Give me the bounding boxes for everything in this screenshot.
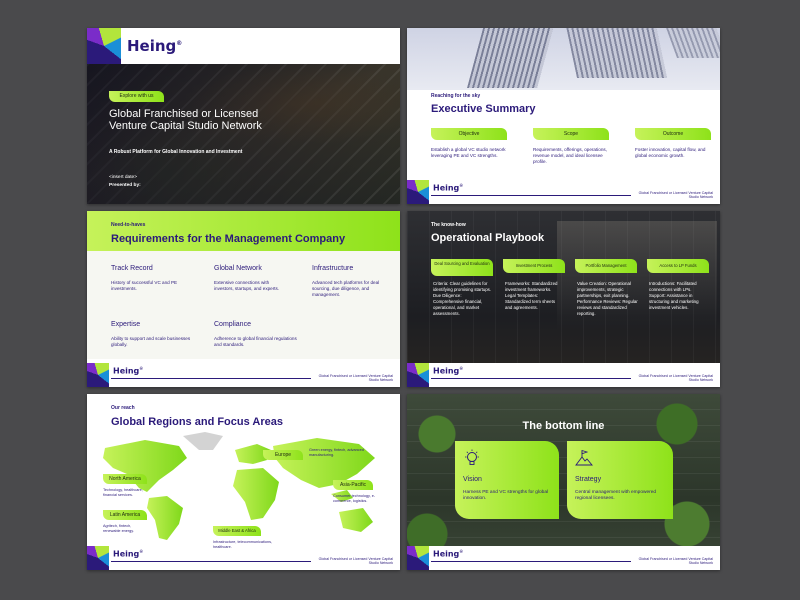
- brand-wordmark: Heing®: [113, 549, 144, 559]
- slide-executive-summary[interactable]: Reaching for the sky Executive Summary O…: [407, 28, 720, 204]
- requirement-heading: Track Record: [111, 265, 153, 272]
- slide-title[interactable]: Heing® Explore with us Global Franchised…: [87, 28, 400, 204]
- requirement-text: History of successful VC and PE investme…: [111, 280, 178, 292]
- slide-bottom-line[interactable]: The bottom line Vision Harness PE and VC…: [407, 394, 720, 570]
- brand-wordmark: Heing®: [113, 366, 144, 376]
- brand-logo-icon: [87, 363, 109, 387]
- slide-heading: The bottom line: [522, 420, 605, 432]
- slide-header-band: [87, 211, 400, 251]
- slide-title-text: Global Franchised or Licensed Venture Ca…: [109, 108, 262, 132]
- brand-logo-icon: [407, 180, 429, 204]
- playbook-label: Portfolio Management: [575, 259, 637, 273]
- footer-divider: [431, 378, 631, 379]
- slide-heading: Requirements for the Management Company: [111, 233, 346, 245]
- playbook-text: Frameworks: Standardized investment fram…: [505, 281, 558, 310]
- date-placeholder: <insert date>: [109, 175, 138, 180]
- playbook-text: Introductions: Facilitated connections w…: [649, 281, 699, 310]
- footer-divider: [431, 195, 631, 196]
- brand-wordmark: Heing®: [433, 366, 464, 376]
- slide-operational-playbook[interactable]: The know-how Operational Playbook Deal S…: [407, 211, 720, 387]
- slide-heading: Global Regions and Focus Areas: [111, 416, 283, 428]
- region-label: Middle East & Africa: [213, 526, 261, 536]
- objective-text: Establish a global VC studio network lev…: [431, 147, 506, 159]
- playbook-label: Deal Sourcing and Evaluation: [431, 259, 493, 276]
- card-heading: Strategy: [575, 476, 602, 483]
- footer-note: Global Franchised or Licensed Venture Ca…: [638, 191, 713, 200]
- playbook-label: Access to LP Funds: [647, 259, 709, 273]
- requirement-text: Extensive connections with investors, st…: [214, 280, 280, 292]
- footer-divider: [111, 378, 311, 379]
- brand-logo-icon: [87, 546, 109, 570]
- scope-text: Requirements, offerings, operations, rev…: [533, 147, 607, 165]
- slide-kicker: Our reach: [111, 405, 135, 411]
- playbook-text: Criteria: Clear guidelines for identifyi…: [433, 281, 492, 316]
- brand-wordmark: Heing®: [433, 183, 464, 193]
- region-text: Green energy, fintech, advanced manufact…: [309, 448, 364, 458]
- footer-note: Global Franchised or Licensed Venture Ca…: [638, 557, 713, 566]
- requirement-text: Ability to support and scale businesses …: [111, 336, 191, 348]
- presented-by: Presented by:: [109, 183, 141, 188]
- region-text: Infrastructure, telecommunications, heal…: [213, 540, 273, 550]
- requirement-heading: Compliance: [214, 321, 251, 328]
- brand-logo-icon: [407, 363, 429, 387]
- card-text: Central management with empowered region…: [575, 490, 657, 502]
- region-text: Consumer technology, e-commerce, logisti…: [333, 494, 376, 504]
- slide-heading: Operational Playbook: [431, 232, 545, 244]
- brand-logo-icon: [407, 546, 429, 570]
- region-text: Technology, healthcare, financial servic…: [103, 488, 143, 498]
- requirement-heading: Infrastructure: [312, 265, 354, 272]
- objective-label: Objective: [431, 128, 507, 140]
- region-label: Europe: [263, 450, 303, 460]
- skyscraper-photo: [407, 28, 720, 90]
- brand-logo-icon: [87, 28, 121, 64]
- slide-subtitle: A Robust Platform for Global Innovation …: [109, 149, 243, 155]
- footer-note: Global Franchised or Licensed Venture Ca…: [318, 557, 393, 566]
- slide-kicker: The know-how: [431, 222, 466, 228]
- footer-note: Global Franchised or Licensed Venture Ca…: [318, 374, 393, 383]
- footer-divider: [111, 561, 311, 562]
- slide-tag: Explore with us: [109, 91, 164, 102]
- brand-wordmark: Heing®: [127, 37, 183, 55]
- region-label: North America: [103, 474, 147, 484]
- scope-label: Scope: [533, 128, 609, 140]
- vision-card: Vision Harness PE and VC strengths for g…: [455, 441, 559, 519]
- brand-wordmark: Heing®: [433, 549, 464, 559]
- footer-divider: [431, 561, 631, 562]
- slide-kicker: Need-to-haves: [111, 222, 146, 228]
- requirement-heading: Global Network: [214, 265, 262, 272]
- flag-on-mountain-icon: [575, 449, 593, 466]
- region-label: Latin America: [103, 510, 147, 520]
- requirement-text: Advanced tech platforms for deal sourcin…: [312, 280, 380, 298]
- playbook-text: Value Creation: Operational improvements…: [577, 281, 638, 316]
- region-text: Agritech, fintech, renewable energy.: [103, 524, 134, 534]
- requirement-text: Adherence to global financial regulation…: [214, 336, 297, 348]
- outcome-label: Outcome: [635, 128, 711, 140]
- footer-note: Global Franchised or Licensed Venture Ca…: [638, 374, 713, 383]
- strategy-card: Strategy Central management with empower…: [567, 441, 673, 519]
- slide-global-regions[interactable]: Our reach Global Regions and Focus Areas…: [87, 394, 400, 570]
- card-heading: Vision: [463, 476, 482, 483]
- outcome-text: Foster innovation, capital flow, and glo…: [635, 147, 706, 159]
- slide-requirements[interactable]: Need-to-haves Requirements for the Manag…: [87, 211, 400, 387]
- slide-heading: Executive Summary: [431, 103, 536, 115]
- slide-kicker: Reaching for the sky: [431, 93, 481, 99]
- requirement-heading: Expertise: [111, 321, 141, 328]
- region-label: Asia-Pacific: [333, 480, 373, 490]
- card-text: Harness PE and VC strengths for global i…: [463, 490, 549, 502]
- playbook-label: Investment Process: [503, 259, 565, 273]
- lightbulb-icon: [465, 449, 479, 465]
